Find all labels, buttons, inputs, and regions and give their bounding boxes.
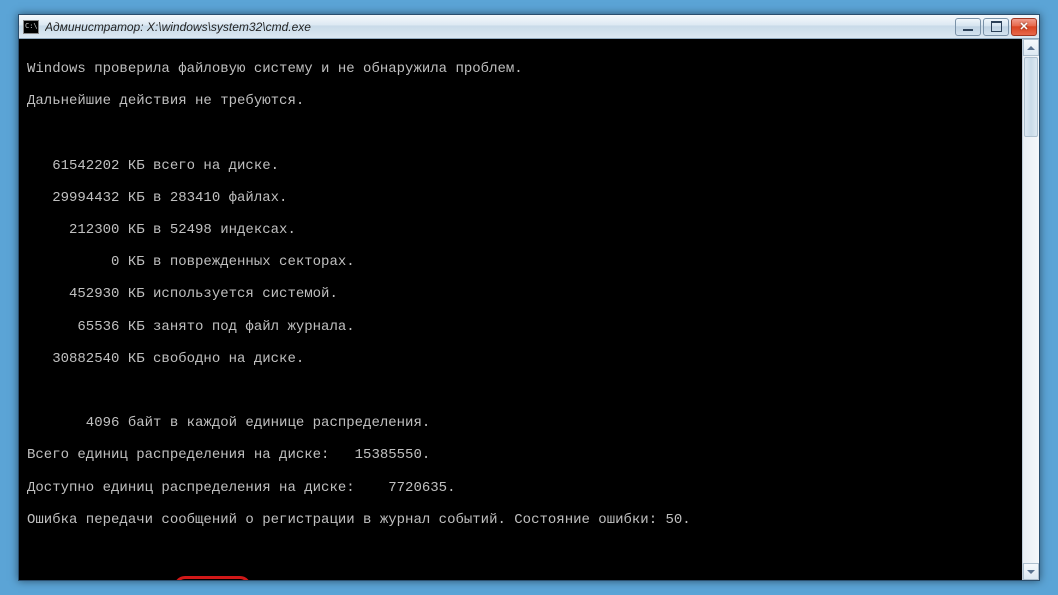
output-line: Доступно единиц распределения на диске: …: [27, 480, 1031, 496]
output-line: 0 КБ в поврежденных секторах.: [27, 254, 1031, 270]
titlebar[interactable]: C:\ Администратор: X:\windows\system32\c…: [19, 15, 1039, 39]
scroll-down-button[interactable]: [1023, 563, 1039, 580]
prompt-command[interactable]: 2>exit: [183, 579, 233, 580]
cmd-window: C:\ Администратор: X:\windows\system32\c…: [18, 14, 1040, 581]
window-controls: ✕: [955, 18, 1037, 36]
prompt-prefix: X:\windows\system3: [27, 579, 178, 580]
output-blank: [27, 544, 1031, 560]
output-blank: [27, 125, 1031, 141]
chevron-up-icon: [1027, 46, 1035, 50]
minimize-icon: [963, 23, 973, 31]
maximize-button[interactable]: [983, 18, 1009, 36]
scroll-up-button[interactable]: [1023, 39, 1039, 56]
maximize-icon: [991, 21, 1002, 32]
cmd-icon-text: C:\: [25, 23, 38, 30]
cmd-icon: C:\: [23, 20, 39, 34]
close-icon: ✕: [1019, 20, 1028, 33]
close-button[interactable]: ✕: [1011, 18, 1037, 36]
window-title: Администратор: X:\windows\system32\cmd.e…: [45, 20, 955, 34]
vertical-scrollbar[interactable]: [1022, 39, 1039, 580]
prompt-row: X:\windows\system3 2>exit: [27, 576, 1031, 580]
output-line: Всего единиц распределения на диске: 153…: [27, 447, 1031, 463]
highlight-annotation: 2>exit: [174, 576, 250, 580]
output-line: 4096 байт в каждой единице распределения…: [27, 415, 1031, 431]
output-line: 30882540 КБ свободно на диске.: [27, 351, 1031, 367]
output-line: Ошибка передачи сообщений о регистрации …: [27, 512, 1031, 528]
output-line: Дальнейшие действия не требуются.: [27, 93, 1031, 109]
chevron-down-icon: [1027, 570, 1035, 574]
output-line: 65536 КБ занято под файл журнала.: [27, 319, 1031, 335]
scroll-thumb[interactable]: [1024, 57, 1038, 137]
output-line: 212300 КБ в 52498 индексах.: [27, 222, 1031, 238]
output-line: 452930 КБ используется системой.: [27, 286, 1031, 302]
output-line: 61542202 КБ всего на диске.: [27, 158, 1031, 174]
terminal-output[interactable]: Windows проверила файловую систему и не …: [19, 39, 1039, 580]
minimize-button[interactable]: [955, 18, 981, 36]
output-blank: [27, 383, 1031, 399]
output-line: 29994432 КБ в 283410 файлах.: [27, 190, 1031, 206]
output-line: Windows проверила файловую систему и не …: [27, 61, 1031, 77]
